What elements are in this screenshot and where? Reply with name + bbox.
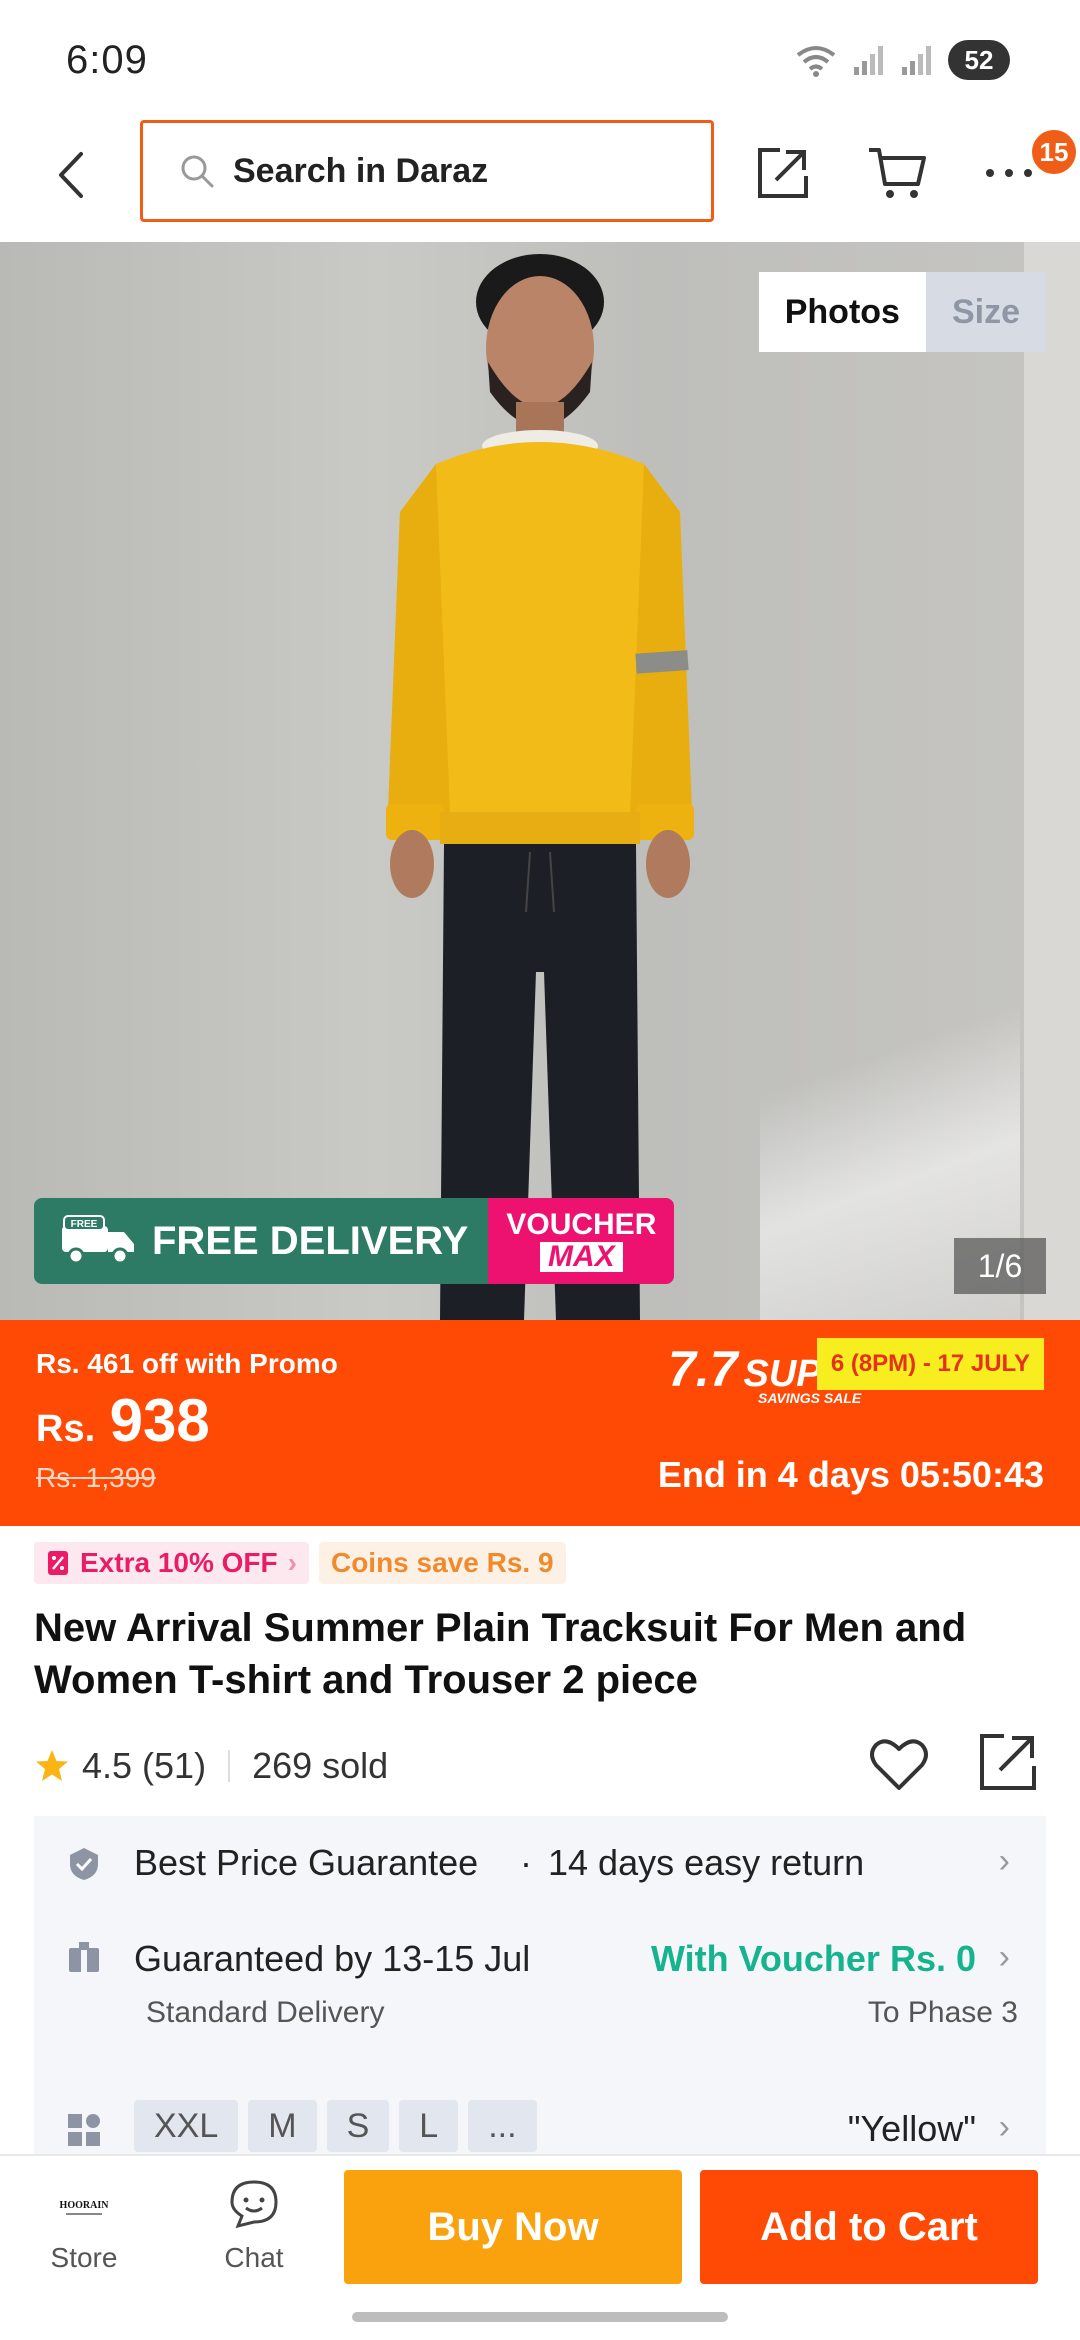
review-count: (51) (142, 1745, 207, 1786)
sold-count: 269 sold (252, 1745, 389, 1786)
currency-label: Rs. (36, 1408, 96, 1450)
delivery-date: Guaranteed by 13-15 Jul (134, 1938, 531, 1979)
delivery-type: Standard Delivery (146, 1996, 385, 2029)
size-chip-xxl[interactable]: XXL (134, 2100, 239, 2152)
current-price: Rs. 938 (36, 1386, 210, 1455)
status-bar: 6:09 52 (0, 0, 1080, 120)
size-chip-m[interactable]: M (248, 2100, 317, 2152)
search-placeholder: Search in Daraz (233, 151, 489, 190)
more-icon (986, 169, 1032, 177)
store-logo-text: HOORAIN (60, 2200, 110, 2211)
share-icon (980, 1734, 1036, 1790)
chevron-left-icon (59, 152, 83, 198)
free-delivery-label: FREE FREE DELIVERY (34, 1198, 489, 1284)
free-tag: FREE (71, 1219, 98, 1230)
sale-dates: 6 (8PM) - 17 JULY (816, 1338, 1044, 1390)
home-indicator[interactable] (352, 2312, 728, 2322)
rating-row[interactable]: 4.5 (51) 269 sold (34, 1738, 388, 1794)
voucher-text: With Voucher Rs. 0 (650, 1938, 976, 1979)
image-counter: 1/6 (954, 1238, 1046, 1294)
signal-icon (854, 46, 883, 75)
gallery-tabs: Photos Size (758, 272, 1046, 352)
info-card: Best Price Guarantee · 14 days easy retu… (34, 1816, 1046, 2156)
guarantee-row[interactable]: Best Price Guarantee · 14 days easy retu… (34, 1816, 1046, 1912)
chevron-right-icon: › (998, 2108, 1010, 2146)
sale-logo-number: 7.7 (668, 1341, 738, 1397)
cart-icon (869, 148, 926, 198)
extra-off-tag[interactable]: Extra 10% OFF › (34, 1542, 309, 1584)
size-chip-l[interactable]: L (399, 2100, 459, 2152)
shield-icon (70, 1848, 98, 1880)
free-delivery-banner: FREE FREE DELIVERY VOUCHER MAX (34, 1198, 675, 1284)
status-icons: 52 (794, 40, 1010, 80)
divider (228, 1750, 231, 1782)
header: Search in Daraz 15 (0, 120, 1080, 242)
guarantee-text: Best Price Guarantee (134, 1842, 479, 1883)
tab-size[interactable]: Size (925, 272, 1046, 352)
grid-icon (68, 2114, 100, 2146)
share-product-button[interactable] (976, 1730, 1040, 1794)
sale-logo-sub: SAVINGS SALE (758, 1390, 862, 1406)
product-title: New Arrival Summer Plain Tracksuit For M… (34, 1606, 967, 1702)
product-image-gallery[interactable]: Photos Size FREE FREE DELIVERY VOUCHER M… (0, 242, 1080, 1320)
free-delivery-text: FREE DELIVERY (152, 1218, 469, 1263)
next-image-peek (1024, 242, 1080, 1320)
product-photo (386, 254, 694, 1320)
chevron-right-icon: › (998, 1842, 1010, 1880)
signal-icon-2 (902, 46, 931, 75)
store-label: Store (50, 2242, 118, 2273)
heart-icon (870, 1739, 928, 1790)
selected-color: "Yellow" (847, 2108, 976, 2149)
size-chip-s[interactable]: S (326, 2100, 390, 2152)
variant-row[interactable]: XXL M S L ... "Yellow" › (34, 2096, 1046, 2156)
share-button[interactable] (748, 138, 818, 208)
share-icon (758, 148, 808, 198)
package-icon (69, 1942, 99, 1972)
tab-photos[interactable]: Photos (758, 272, 926, 352)
chat-label: Chat (224, 2242, 284, 2273)
cart-count-badge: 15 (1032, 130, 1076, 174)
price-amount: 938 (109, 1387, 210, 1454)
cart-button[interactable] (862, 138, 932, 208)
wifi-icon (796, 46, 836, 77)
promo-tags: Extra 10% OFF › Coins save Rs. 9 (34, 1542, 566, 1584)
chat-icon (226, 2176, 282, 2232)
search-input[interactable]: Search in Daraz (140, 120, 714, 222)
price-banner: Rs. 461 off with Promo Rs. 938 Rs. 1,399… (0, 1320, 1080, 1526)
wishlist-button[interactable] (868, 1734, 930, 1796)
promo-text: Rs. 461 off with Promo (36, 1348, 338, 1379)
size-chip-more[interactable]: ... (468, 2100, 537, 2152)
voucher-text: VOUCHER (506, 1208, 657, 1241)
add-to-cart-button[interactable]: Add to Cart (700, 2170, 1038, 2284)
buy-now-button[interactable]: Buy Now (344, 2170, 682, 2284)
chevron-right-icon: › (998, 1938, 1010, 1976)
delivery-phase: To Phase 3 (867, 1996, 1018, 2029)
size-options: XXL M S L ... (134, 2100, 537, 2152)
max-text: MAX (540, 1242, 623, 1272)
dot-separator: · (520, 1842, 532, 1883)
truck-icon: FREE (62, 1215, 134, 1265)
chevron-right-icon: › (287, 1547, 297, 1578)
back-button[interactable] (40, 140, 100, 210)
extra-off-text: Extra 10% OFF (80, 1547, 278, 1578)
coins-tag[interactable]: Coins save Rs. 9 (318, 1542, 566, 1584)
chat-button[interactable]: Chat (184, 2176, 324, 2274)
voucher-max-label: VOUCHER MAX (488, 1198, 675, 1284)
store-logo-icon: HOORAIN (56, 2176, 112, 2232)
star-icon (36, 1750, 68, 1781)
coupon-icon (48, 1551, 68, 1575)
delivery-row[interactable]: Guaranteed by 13-15 Jul With Voucher Rs.… (34, 1912, 1046, 2056)
store-button[interactable]: HOORAIN Store (14, 2176, 154, 2274)
search-icon (181, 155, 214, 188)
return-text: 14 days easy return (548, 1842, 865, 1883)
rating-value: 4.5 (82, 1745, 133, 1786)
battery-icon: 52 (948, 40, 1010, 80)
original-price: Rs. 1,399 (36, 1462, 156, 1493)
status-time: 6:09 (66, 38, 148, 82)
countdown-timer: End in 4 days 05:50:43 (657, 1454, 1044, 1495)
